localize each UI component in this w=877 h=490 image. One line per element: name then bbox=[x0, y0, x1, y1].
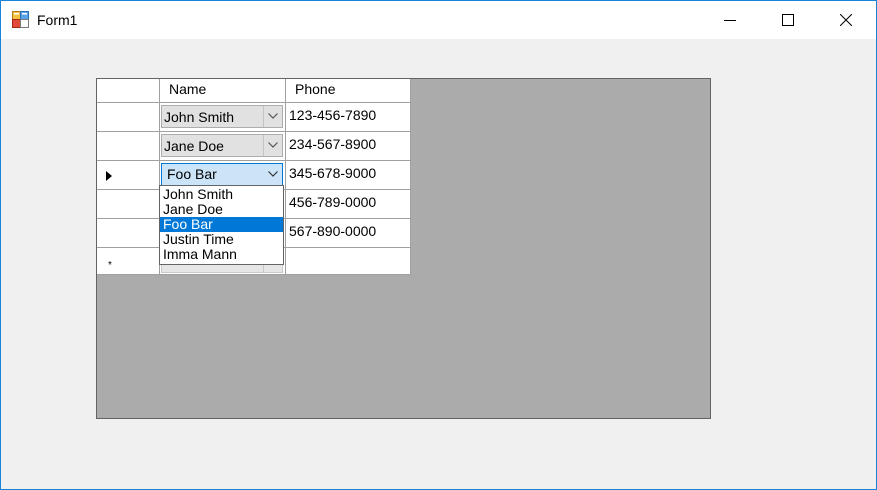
name-combobox[interactable]: John Smith bbox=[161, 105, 283, 128]
phone-cell[interactable]: 567-890-0000 bbox=[286, 219, 411, 248]
row-header[interactable] bbox=[97, 190, 160, 219]
dropdown-option[interactable]: Imma Mann bbox=[160, 247, 283, 262]
form-client-area: Name Phone John Smith 123-456-7890 Jane … bbox=[1, 39, 876, 489]
phone-value: 345-678-9000 bbox=[289, 165, 377, 181]
chevron-down-icon bbox=[268, 113, 278, 119]
row-header-new[interactable]: * bbox=[97, 248, 160, 275]
dropdown-option[interactable]: Jane Doe bbox=[160, 202, 283, 217]
phone-cell[interactable]: 456-789-0000 bbox=[286, 190, 411, 219]
phone-cell[interactable]: 123-456-7890 bbox=[286, 103, 411, 132]
row-header[interactable] bbox=[97, 219, 160, 248]
minimize-icon bbox=[724, 20, 736, 21]
dropdown-option-selected[interactable]: Foo Bar bbox=[160, 217, 283, 232]
top-left-header-cell[interactable] bbox=[97, 79, 160, 103]
close-button[interactable] bbox=[817, 1, 875, 39]
column-header-name-label: Name bbox=[169, 81, 207, 97]
column-header-phone-label: Phone bbox=[295, 81, 336, 97]
close-icon bbox=[840, 14, 852, 26]
phone-cell-new[interactable] bbox=[286, 248, 411, 275]
row-header-current[interactable] bbox=[97, 161, 160, 190]
new-row-marker: * bbox=[108, 260, 112, 271]
maximize-button[interactable] bbox=[759, 1, 817, 39]
maximize-icon bbox=[782, 14, 794, 26]
dropdown-button[interactable] bbox=[263, 135, 282, 156]
name-cell[interactable]: Jane Doe bbox=[160, 132, 286, 161]
phone-value: 123-456-7890 bbox=[289, 107, 377, 123]
name-combobox-value: Foo Bar bbox=[167, 166, 217, 182]
phone-value: 234-567-8900 bbox=[289, 136, 377, 152]
minimize-button[interactable] bbox=[701, 1, 759, 39]
phone-value: 567-890-0000 bbox=[289, 223, 377, 239]
name-combobox-open[interactable]: Foo Bar bbox=[161, 163, 283, 186]
name-combobox-value: John Smith bbox=[164, 109, 235, 125]
dropdown-option[interactable]: John Smith bbox=[160, 187, 283, 202]
dropdown-option[interactable]: Justin Time bbox=[160, 232, 283, 247]
current-row-icon bbox=[106, 171, 112, 181]
phone-value: 456-789-0000 bbox=[289, 194, 377, 210]
column-header-phone[interactable]: Phone bbox=[286, 79, 411, 103]
chevron-down-icon bbox=[268, 171, 278, 177]
name-cell[interactable]: John Smith bbox=[160, 103, 286, 132]
title-bar[interactable]: Form1 bbox=[1, 1, 876, 39]
window: Form1 Name Phone John Smith 123-456-7890… bbox=[0, 0, 877, 490]
chevron-down-icon bbox=[268, 142, 278, 148]
row-header[interactable] bbox=[97, 103, 160, 132]
name-combobox-value: Jane Doe bbox=[164, 138, 224, 154]
dropdown-button[interactable] bbox=[264, 164, 282, 185]
column-header-name[interactable]: Name bbox=[160, 79, 286, 103]
phone-cell[interactable]: 234-567-8900 bbox=[286, 132, 411, 161]
name-combobox[interactable]: Jane Doe bbox=[161, 134, 283, 157]
window-title: Form1 bbox=[37, 12, 78, 28]
app-icon bbox=[12, 11, 29, 28]
dropdown-button[interactable] bbox=[263, 106, 282, 127]
phone-cell[interactable]: 345-678-9000 bbox=[286, 161, 411, 190]
name-dropdown-list[interactable]: John Smith Jane Doe Foo Bar Justin Time … bbox=[159, 185, 284, 265]
row-header[interactable] bbox=[97, 132, 160, 161]
